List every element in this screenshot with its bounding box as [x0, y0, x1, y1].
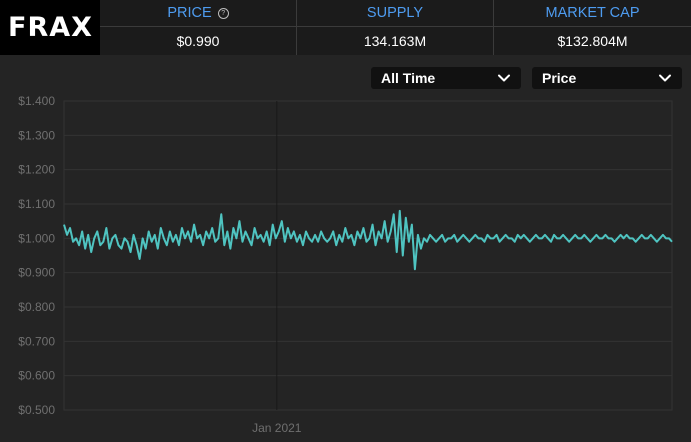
y-axis-ticks: $0.500 $0.600 $0.700 $0.800 $0.900 $1.000 $1.1…	[18, 94, 55, 417]
y-tick-label: $1.200	[18, 163, 55, 177]
x-tick-label: Jan 2021	[252, 421, 302, 435]
y-tick-label: $1.300	[18, 128, 55, 142]
price-series-line	[63, 209, 673, 271]
y-tick-label: $1.100	[18, 197, 55, 211]
y-tick-label: $0.700	[18, 334, 55, 348]
y-tick-label: $1.400	[18, 94, 55, 108]
chart-grid	[63, 100, 673, 411]
y-tick-label: $0.800	[18, 300, 55, 314]
y-tick-label: $0.600	[18, 369, 55, 383]
y-tick-label: $1.000	[18, 231, 55, 245]
price-chart: $0.500 $0.600 $0.700 $0.800 $0.900 $1.000 $1.1…	[18, 94, 673, 435]
y-tick-label: $0.500	[18, 403, 55, 417]
plot-frame	[63, 100, 673, 411]
x-axis-ticks: Jan 2021	[252, 421, 302, 435]
y-tick-label: $0.900	[18, 266, 55, 280]
